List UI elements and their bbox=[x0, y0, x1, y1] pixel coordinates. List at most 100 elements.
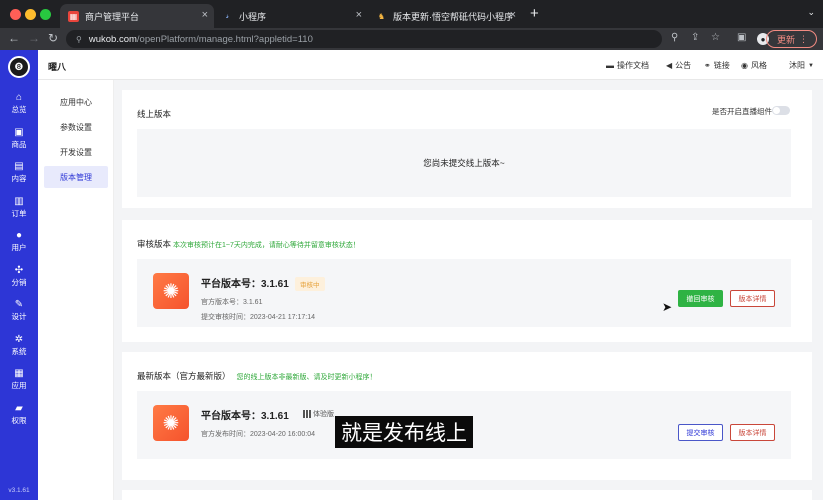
tab-label: 商户管理平台 bbox=[85, 11, 140, 22]
docs-link[interactable]: ▬ 操作文档 bbox=[606, 60, 649, 71]
online-version-card: 线上版本 是否开启直播组件 您尚未提交线上版本~ bbox=[122, 90, 812, 208]
user-name: 沐阳 bbox=[789, 61, 805, 70]
next-card-edge bbox=[122, 490, 812, 500]
sidebar-item-user[interactable]: ● 用户 bbox=[0, 230, 38, 260]
video-caption: 就是发布线上 bbox=[335, 416, 473, 448]
latest-platform-version: 平台版本号：3.1.61 bbox=[201, 411, 289, 422]
url-host: wukob.com bbox=[88, 33, 137, 45]
top-bar: 曜八 ▬ 操作文档 ◀ 公告 ⚭ 链接 ◉ 风格 沐阳 ▼ bbox=[38, 50, 823, 80]
review-official-version: 官方版本号：3.1.61 bbox=[201, 299, 263, 306]
gear-icon: ✺ bbox=[153, 273, 189, 309]
close-icon[interactable]: × bbox=[510, 9, 516, 21]
review-version-box: ✺ 平台版本号：3.1.61 审核中 官方版本号：3.1.61 提交审核时间：2… bbox=[137, 259, 791, 327]
subnav-dev-settings[interactable]: 开发设置 bbox=[44, 141, 108, 163]
browser-tab-merchant[interactable]: ▦ 商户管理平台 × bbox=[60, 4, 214, 28]
browser-tab-bar: ▦ 商户管理平台 × 𝓈 小程序 × ♞ 版本更新·悟空帮砥代码小程序s × +… bbox=[0, 0, 823, 28]
latest-hint: 您的线上版本非最新版、请及时更新小程序！ bbox=[236, 374, 377, 381]
secondary-sidebar: 应用中心 参数设置 开发设置 版本管理 bbox=[38, 80, 114, 500]
submit-review-button[interactable]: 提交审核 bbox=[678, 424, 723, 441]
forward-icon[interactable]: → bbox=[28, 31, 40, 45]
subnav-version-manage[interactable]: 版本管理 bbox=[44, 166, 108, 188]
notice-link[interactable]: ◀ 公告 bbox=[666, 60, 691, 71]
more-icon: ⋮ bbox=[799, 33, 808, 44]
gear-icon: ✲ bbox=[14, 333, 24, 345]
wukong-favicon-icon: ♞ bbox=[377, 11, 386, 21]
review-hint: 本次审核预计在1~7天内完成，请耐心等待并留意审核状态！ bbox=[173, 242, 360, 249]
new-tab-button[interactable]: + bbox=[530, 5, 539, 22]
zoom-icon[interactable]: ⚲ bbox=[671, 32, 678, 43]
sidebar-item-order[interactable]: ▥ 订单 bbox=[0, 196, 38, 226]
browser-tab-version[interactable]: ♞ 版本更新·悟空帮砥代码小程序s × bbox=[368, 4, 522, 28]
sidebar-item-apps[interactable]: ▦ 应用 bbox=[0, 368, 38, 398]
latest-detail-button[interactable]: 版本详情 bbox=[730, 424, 775, 441]
review-platform-version: 平台版本号：3.1.61 bbox=[201, 279, 289, 290]
subnav-app-center[interactable]: 应用中心 bbox=[44, 91, 108, 113]
window-minimize-button[interactable] bbox=[25, 9, 36, 20]
caret-down-icon: ▼ bbox=[808, 62, 814, 69]
tab-search-icon[interactable]: ⌄ bbox=[807, 7, 815, 18]
sidebar-item-design[interactable]: ✎ 设计 bbox=[0, 299, 38, 329]
shop-name: 曜八 bbox=[48, 62, 67, 72]
sidebar-item-bag[interactable]: ▣ 商品 bbox=[0, 127, 38, 157]
withdraw-review-button[interactable]: 撤回审核 bbox=[678, 290, 723, 307]
link-link[interactable]: ⚭ 链接 bbox=[704, 60, 730, 71]
experience-badge[interactable]: 体验版 bbox=[303, 409, 334, 419]
back-icon[interactable]: ← bbox=[8, 31, 20, 45]
sidebar-item-lock[interactable]: ▰ 权限 bbox=[0, 403, 38, 433]
close-icon[interactable]: × bbox=[356, 9, 362, 21]
browser-tab-miniprogram[interactable]: 𝓈 小程序 × bbox=[214, 4, 368, 28]
link-label: 链接 bbox=[713, 61, 730, 70]
url-path: /openPlatform/manage.html?appletid=110 bbox=[136, 33, 313, 45]
sidebar-icon[interactable]: ▣ bbox=[737, 32, 746, 43]
sidebar-item-label: 系统 bbox=[11, 346, 27, 356]
design-icon: ✎ bbox=[14, 299, 24, 310]
sidebar-item-content[interactable]: ▤ 内容 bbox=[0, 161, 38, 191]
notice-label: 公告 bbox=[675, 61, 692, 70]
content-icon: ▤ bbox=[14, 161, 24, 172]
home-icon: ⌂ bbox=[15, 92, 23, 103]
latest-title-text: 最新版本（官方最新版） bbox=[137, 371, 231, 381]
qrcode-icon bbox=[303, 410, 311, 418]
reload-icon[interactable]: ↻ bbox=[48, 31, 58, 45]
megaphone-icon: ◀ bbox=[666, 61, 673, 70]
main-sidebar: ❽ ⌂ 总览 ▣ 商品 ▤ 内容 ▥ 订单 ● 用户 ✣ 分销 ✎ 设计 ✲ 系统 ▦ 应用 ▰ 权限 v3.1.61 bbox=[0, 50, 38, 500]
sidebar-item-label: 权限 bbox=[11, 415, 27, 425]
subnav-params[interactable]: 参数设置 bbox=[44, 116, 108, 138]
style-label: 风格 bbox=[750, 61, 767, 70]
gear-icon: ✺ bbox=[153, 405, 189, 441]
mouse-cursor-icon: ➤ bbox=[662, 300, 673, 314]
store-favicon-icon: ▦ bbox=[68, 10, 79, 22]
sidebar-item-label: 设计 bbox=[11, 312, 27, 321]
sidebar-item-label: 总览 bbox=[11, 105, 27, 114]
address-bar[interactable]: ⚲ wukob.com /openPlatform/manage.html?ap… bbox=[66, 30, 662, 48]
miniprogram-favicon-icon: 𝓈 bbox=[226, 11, 229, 20]
sidebar-item-share[interactable]: ✣ 分销 bbox=[0, 265, 38, 295]
sidebar-item-gear[interactable]: ✲ 系统 bbox=[0, 334, 38, 364]
review-version-card: 审核版本 本次审核预计在1~7天内完成，请耐心等待并留意审核状态！ ✺ 平台版本号… bbox=[122, 220, 812, 342]
review-detail-button[interactable]: 版本详情 bbox=[730, 290, 775, 307]
window-close-button[interactable] bbox=[10, 9, 21, 20]
update-label: 更新 bbox=[776, 34, 795, 45]
logo[interactable]: ❽ bbox=[8, 56, 30, 78]
status-badge: 审核中 bbox=[295, 277, 325, 291]
close-icon[interactable]: × bbox=[202, 9, 208, 21]
site-info-icon[interactable]: ⚲ bbox=[76, 35, 82, 44]
user-menu[interactable]: 沐阳 ▼ bbox=[789, 60, 814, 71]
bookmark-star-icon[interactable]: ☆ bbox=[711, 32, 720, 43]
folder-icon: ▬ bbox=[606, 61, 614, 70]
live-component-toggle[interactable] bbox=[772, 106, 790, 115]
sidebar-item-home[interactable]: ⌂ 总览 bbox=[0, 92, 38, 122]
tab-label: 小程序 bbox=[239, 11, 267, 22]
review-title: 审核版本 本次审核预计在1~7天内完成，请耐心等待并留意审核状态！ bbox=[137, 238, 360, 250]
sidebar-item-label: 商品 bbox=[11, 139, 27, 149]
tab-label: 版本更新·悟空帮砥代码小程序s bbox=[393, 11, 513, 22]
style-link[interactable]: ◉ 风格 bbox=[741, 60, 767, 71]
update-button[interactable]: 更新 ⋮ bbox=[765, 30, 817, 48]
link-icon: ⚭ bbox=[704, 61, 711, 70]
review-submit-time: 提交审核时间：2023-04-21 17:17:14 bbox=[201, 314, 315, 321]
user-icon: ● bbox=[15, 230, 23, 241]
online-version-empty: 您尚未提交线上版本~ bbox=[137, 129, 791, 197]
window-maximize-button[interactable] bbox=[40, 9, 51, 20]
share-icon[interactable]: ⇪ bbox=[691, 32, 699, 43]
apps-icon: ▦ bbox=[14, 368, 24, 379]
